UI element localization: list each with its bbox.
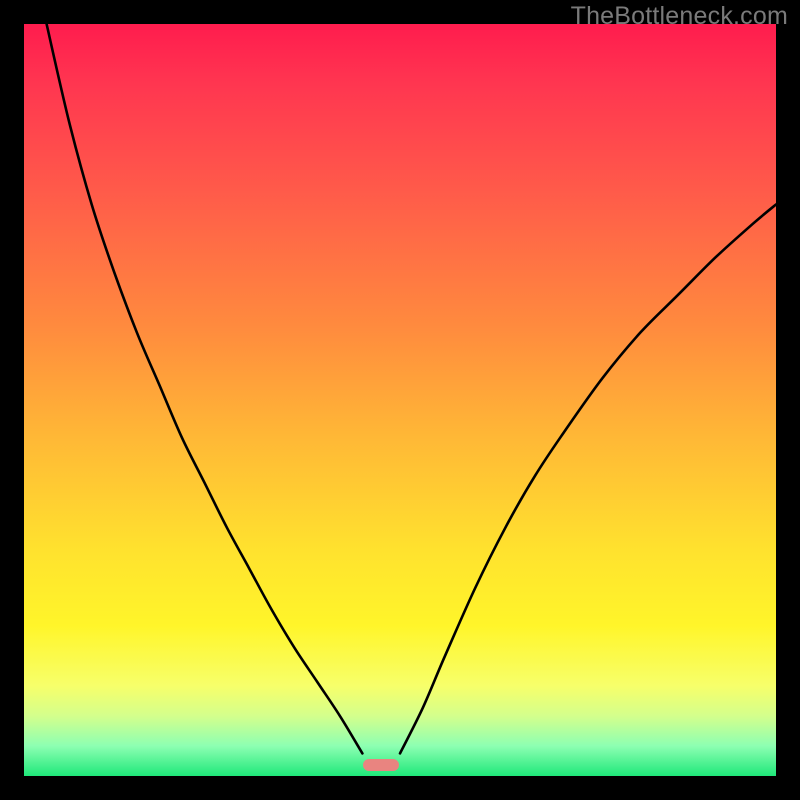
plot-area [24,24,776,776]
curve-path [47,24,776,753]
chart-frame: TheBottleneck.com [0,0,800,800]
bottleneck-curve [24,24,776,776]
optimum-marker [363,759,399,771]
